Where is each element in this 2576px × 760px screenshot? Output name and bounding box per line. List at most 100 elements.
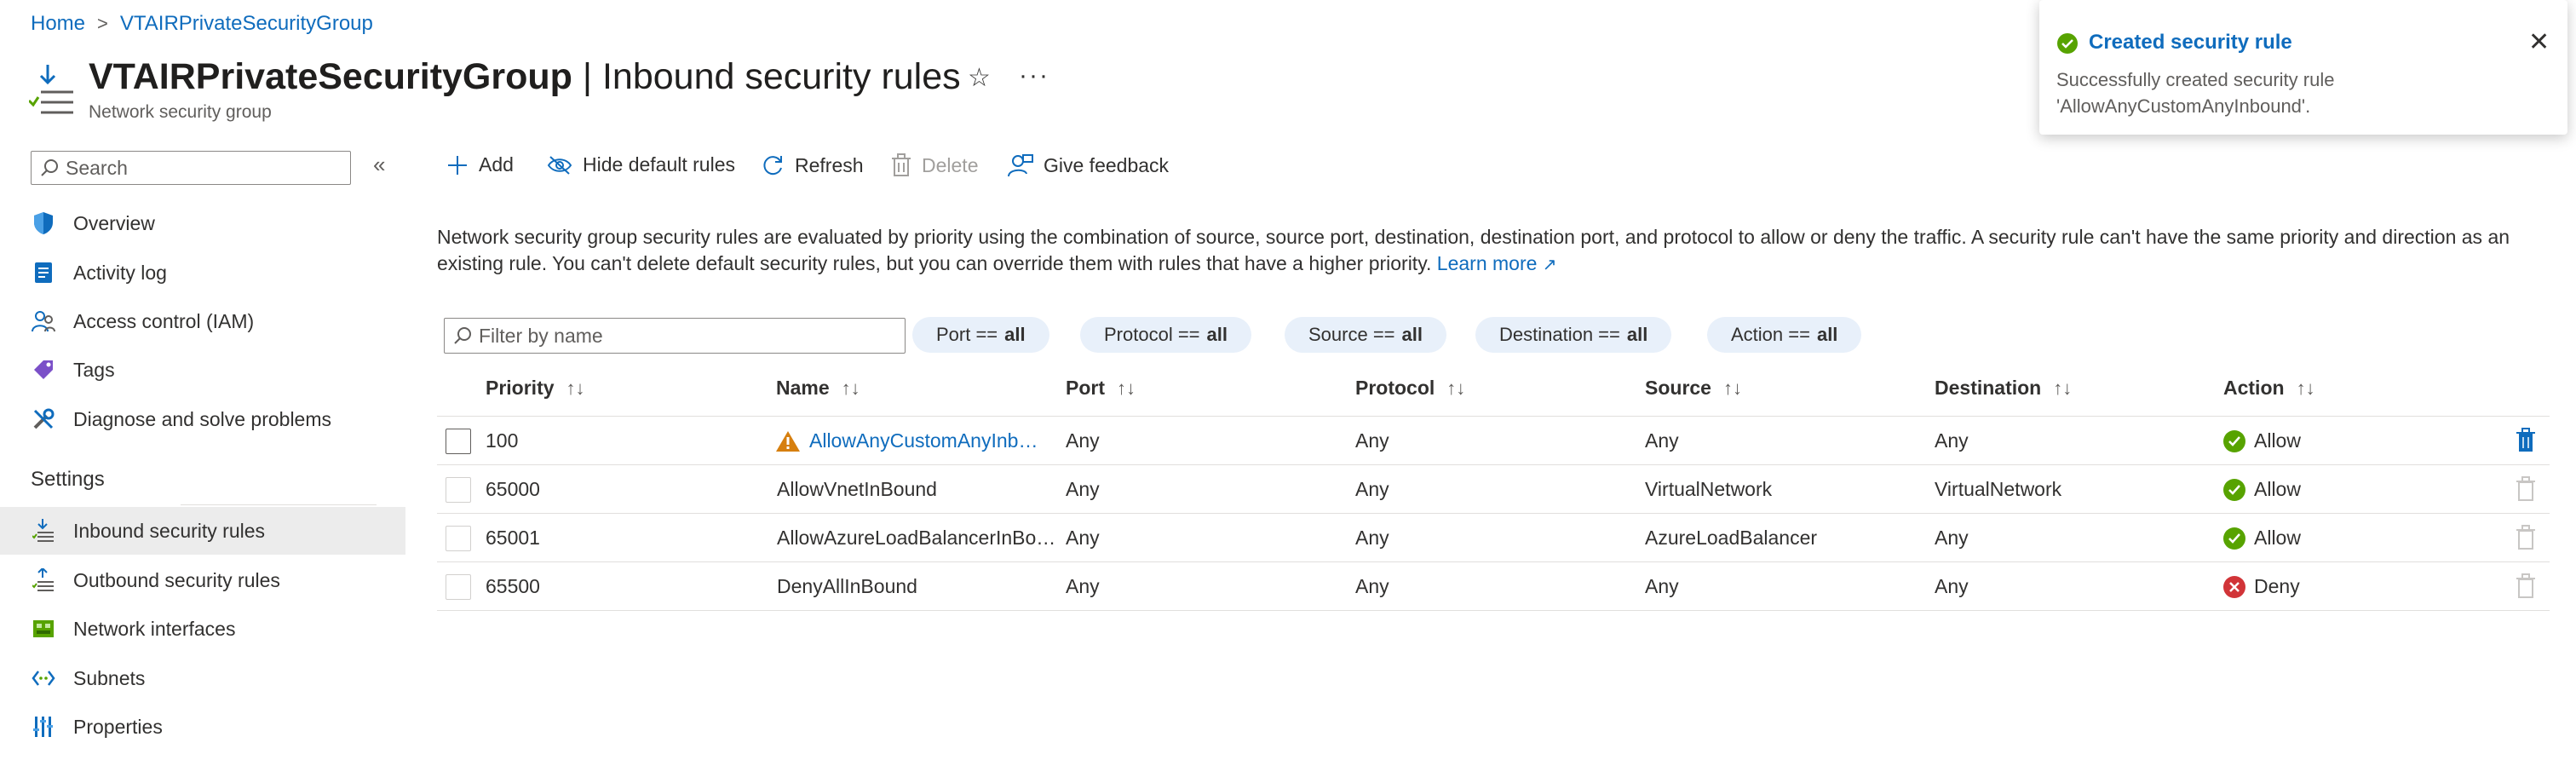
sidebar-item-label: Diagnose and solve problems — [73, 407, 332, 430]
breadcrumb-current[interactable]: VTAIRPrivateSecurityGroup — [120, 12, 373, 36]
filter-pill-label: Protocol == — [1104, 324, 1200, 345]
column-header-name[interactable]: Name ↑↓ — [776, 377, 860, 400]
cell-source: Any — [1645, 575, 1679, 597]
row-checkbox — [446, 574, 471, 600]
cell-priority: 65500 — [486, 575, 540, 597]
cell-source: Any — [1645, 429, 1679, 452]
cell-action: Allow — [2223, 417, 2301, 465]
outbound-icon — [31, 567, 56, 593]
page-title: VTAIRPrivateSecurityGroup | Inbound secu… — [89, 56, 961, 98]
column-header-label: Name — [776, 377, 830, 399]
give-feedback-button[interactable]: Give feedback — [1008, 153, 1169, 177]
cell-action: Allow — [2223, 514, 2301, 562]
breadcrumb-home[interactable]: Home — [31, 12, 85, 36]
allow-check-icon — [2223, 527, 2245, 550]
column-header-destination[interactable]: Destination ↑↓ — [1935, 377, 2072, 400]
refresh-button[interactable]: Refresh — [761, 153, 864, 177]
refresh-icon — [763, 156, 782, 176]
cell-name: AllowAzureLoadBalancerInBo… — [777, 527, 1056, 549]
sidebar-item-label: Access control (IAM) — [73, 309, 255, 332]
cell-port: Any — [1066, 527, 1100, 549]
table-row[interactable]: 65500 DenyAllInBound Any Any Any Any Den… — [437, 562, 2550, 611]
learn-more-link[interactable]: Learn more ↗ — [1437, 252, 1557, 274]
table-row[interactable]: 100 AllowAnyCustomAnyInb… Any Any Any An… — [437, 417, 2550, 465]
filter-pill-destination[interactable]: Destination == all — [1475, 317, 1672, 353]
filter-pill-protocol[interactable]: Protocol == all — [1080, 317, 1251, 353]
column-header-action[interactable]: Action ↑↓ — [2223, 377, 2315, 400]
more-options-icon[interactable]: ··· — [1019, 61, 1049, 90]
settings-section-header: Settings — [31, 468, 105, 491]
column-header-port[interactable]: Port ↑↓ — [1066, 377, 1136, 400]
column-header-label: Source — [1645, 377, 1711, 399]
learn-more-label: Learn more — [1436, 252, 1538, 274]
column-header-protocol[interactable]: Protocol ↑↓ — [1355, 377, 1465, 400]
favorite-star-icon[interactable]: ☆ — [968, 63, 991, 93]
cell-protocol: Any — [1355, 575, 1389, 597]
close-icon[interactable]: ✕ — [2528, 27, 2550, 57]
sidebar-item-tags[interactable]: Tags — [0, 346, 405, 394]
sidebar-item-network-interfaces[interactable]: Network interfaces — [0, 605, 405, 653]
sidebar-item-properties[interactable]: Properties — [0, 703, 405, 751]
tag-icon — [31, 357, 56, 383]
table-row[interactable]: 65001 AllowAzureLoadBalancerInBo… Any An… — [437, 514, 2550, 562]
refresh-button-label: Refresh — [795, 153, 864, 176]
collapse-sidebar-icon[interactable]: « — [373, 152, 385, 178]
sort-icon: ↑↓ — [1722, 377, 1742, 399]
cell-action: Deny — [2223, 562, 2300, 611]
hide-default-rules-label: Hide default rules — [583, 153, 735, 176]
cell-destination: Any — [1935, 527, 1969, 549]
sidebar-item-label: Network interfaces — [73, 617, 236, 640]
external-link-icon: ↗ — [1542, 256, 1557, 274]
sidebar-item-outbound-security-rules[interactable]: Outbound security rules — [0, 556, 405, 604]
sidebar-item-subnets[interactable]: Subnets — [0, 654, 405, 702]
filter-pill-source[interactable]: Source == all — [1285, 317, 1446, 353]
action-label: Allow — [2254, 429, 2301, 452]
table-row[interactable]: 65000 AllowVnetInBound Any Any VirtualNe… — [437, 465, 2550, 514]
hide-default-rules-button[interactable]: Hide default rules — [547, 153, 735, 176]
nic-icon — [31, 616, 56, 642]
sidebar-item-activity-log[interactable]: Activity log — [0, 249, 405, 297]
search-icon — [454, 327, 471, 344]
filter-pill-port[interactable]: Port == all — [912, 317, 1049, 353]
toast-message: Successfully created security rule 'Allo… — [2056, 69, 2335, 117]
cell-destination: Any — [1935, 429, 1969, 452]
log-icon — [31, 260, 56, 285]
rule-name-link[interactable]: AllowAnyCustomAnyInb… — [809, 429, 1038, 452]
filter-by-name-input[interactable]: Filter by name — [444, 318, 906, 354]
filter-placeholder: Filter by name — [479, 324, 603, 347]
delete-row-icon[interactable] — [2516, 428, 2536, 458]
cell-priority: 100 — [486, 429, 519, 452]
sort-icon: ↑↓ — [2053, 377, 2073, 399]
column-header-label: Protocol — [1355, 377, 1435, 399]
sidebar-item-inbound-security-rules[interactable]: Inbound security rules — [0, 507, 405, 555]
wrench-icon — [31, 406, 56, 432]
filter-pill-value: all — [1206, 324, 1228, 345]
filter-pill-label: Port == — [936, 324, 998, 345]
shield-icon — [31, 210, 56, 236]
column-header-priority[interactable]: Priority ↑↓ — [486, 377, 585, 400]
sidebar-search-input[interactable]: Search — [31, 151, 351, 185]
sidebar-item-diagnose[interactable]: Diagnose and solve problems — [0, 395, 405, 443]
sidebar-item-access-control[interactable]: Access control (IAM) — [0, 297, 405, 345]
eye-hide-icon — [547, 155, 572, 175]
delete-button[interactable]: Delete — [891, 153, 978, 177]
cell-name: AllowVnetInBound — [777, 478, 937, 500]
filter-pill-label: Source == — [1308, 324, 1395, 345]
toast-title: Created security rule — [2089, 31, 2292, 54]
cell-protocol: Any — [1355, 478, 1389, 500]
plus-icon — [448, 155, 467, 175]
filter-pill-action[interactable]: Action == all — [1707, 317, 1862, 353]
filter-pill-value: all — [1816, 324, 1838, 345]
sidebar-item-label: Activity log — [73, 261, 167, 284]
row-checkbox[interactable] — [446, 429, 471, 454]
settings-divider — [181, 504, 377, 505]
add-button[interactable]: Add — [446, 153, 514, 176]
cell-priority: 65000 — [486, 478, 540, 500]
sidebar-item-overview[interactable]: Overview — [0, 199, 405, 247]
sidebar-item-label: Subnets — [73, 666, 146, 689]
nsg-inbound-icon — [27, 65, 75, 116]
column-header-source[interactable]: Source ↑↓ — [1645, 377, 1742, 400]
add-button-label: Add — [479, 153, 514, 176]
rules-description: Network security group security rules ar… — [437, 224, 2550, 279]
breadcrumb: Home > VTAIRPrivateSecurityGroup — [31, 12, 373, 36]
